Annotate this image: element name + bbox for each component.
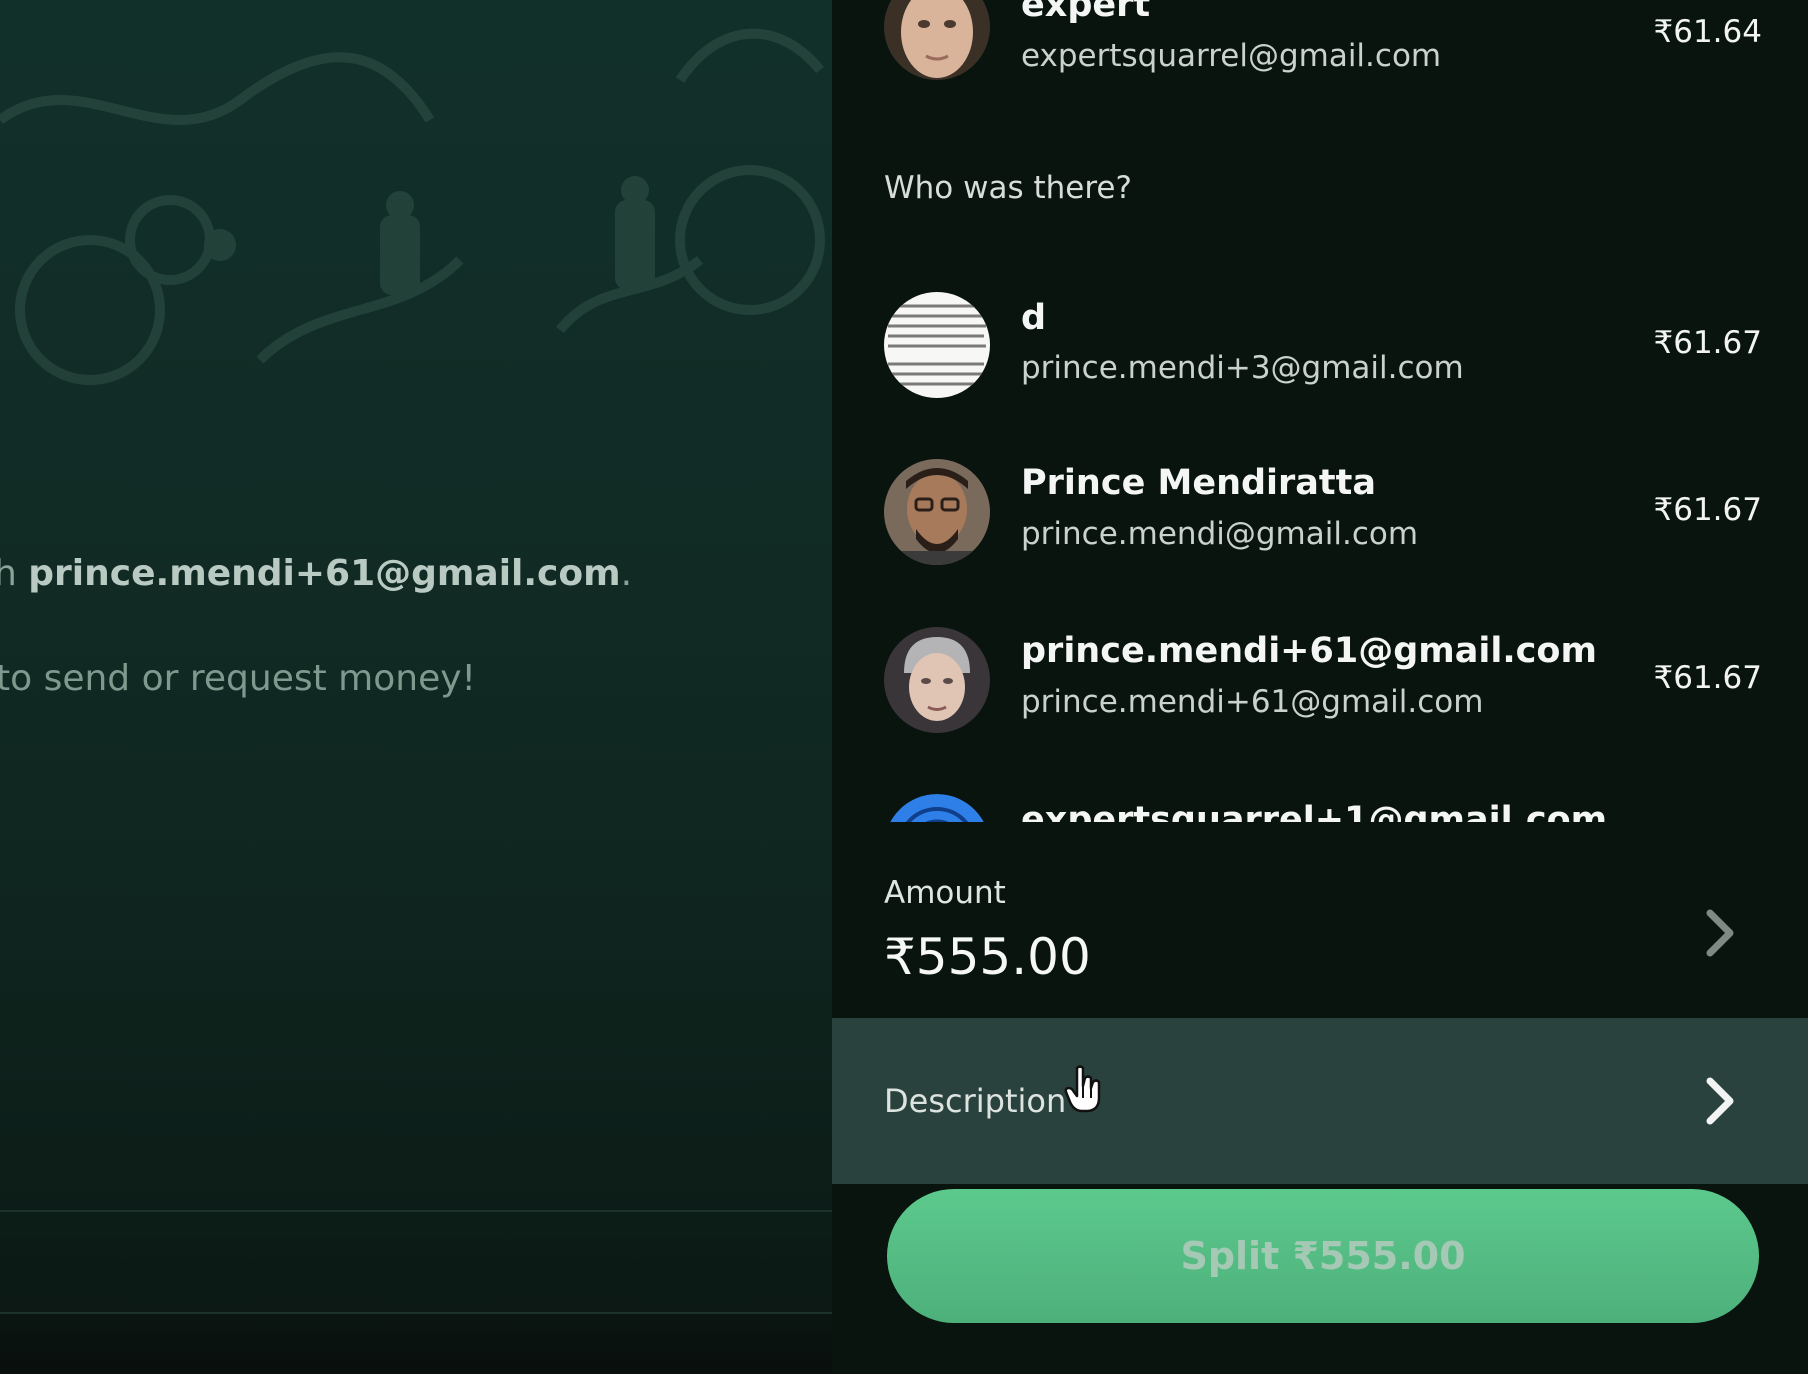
participant-avatar bbox=[884, 627, 990, 733]
participant-email: prince.mendi@gmail.com bbox=[1021, 516, 1419, 552]
send-request-hint: to send or request money! bbox=[0, 658, 476, 699]
man-glasses-photo bbox=[884, 459, 990, 565]
hand-cursor-icon bbox=[1064, 1065, 1101, 1113]
connected-message: h prince.mendi+61@gmail.com. bbox=[0, 553, 633, 594]
description-label: Description bbox=[884, 1082, 1067, 1120]
participant-avatar bbox=[884, 292, 990, 398]
amount-value: ₹555.00 bbox=[884, 928, 1091, 986]
payer-row[interactable]: expert expertsquarrel@gmail.com ₹61.64 bbox=[832, 0, 1808, 110]
payer-avatar bbox=[884, 0, 990, 80]
payer-email: expertsquarrel@gmail.com bbox=[1021, 38, 1442, 74]
participant-name: expertsquarrel+1@gmail.com bbox=[1021, 800, 1608, 822]
payer-name: expert bbox=[1021, 0, 1151, 25]
participant-name: d bbox=[1021, 298, 1047, 338]
participant-row-clipped[interactable]: expertsquarrel+1@gmail.com bbox=[832, 780, 1808, 822]
participant-email: prince.mendi+3@gmail.com bbox=[1021, 350, 1464, 386]
amount-row[interactable]: Amount ₹555.00 bbox=[832, 860, 1808, 1016]
payer-amount: ₹61.64 bbox=[1653, 14, 1762, 50]
amount-label: Amount bbox=[884, 875, 1006, 911]
participant-amount: ₹61.67 bbox=[1653, 660, 1762, 696]
description-row[interactable]: Description bbox=[832, 1018, 1808, 1184]
participant-name: Prince Mendiratta bbox=[1021, 463, 1376, 503]
doodle-pattern bbox=[0, 28, 825, 385]
man-portrait-photo bbox=[884, 0, 990, 80]
participant-amount: ₹61.67 bbox=[1653, 492, 1762, 528]
participant-amount: ₹61.67 bbox=[1653, 325, 1762, 361]
background-pane: h prince.mendi+61@gmail.com. to send or … bbox=[0, 0, 832, 1374]
participant-row[interactable]: d prince.mendi+3@gmail.com ₹61.67 bbox=[832, 280, 1808, 410]
chevron-right-icon bbox=[1706, 909, 1734, 957]
participant-avatar bbox=[884, 459, 990, 565]
text-document-photo bbox=[884, 292, 990, 398]
footer-bar bbox=[0, 1314, 832, 1374]
participant-email: prince.mendi+61@gmail.com bbox=[1021, 684, 1484, 720]
split-panel: expert expertsquarrel@gmail.com ₹61.64 W… bbox=[832, 0, 1808, 1374]
connected-email: prince.mendi+61@gmail.com bbox=[28, 553, 621, 594]
participant-row[interactable]: prince.mendi+61@gmail.com prince.mendi+6… bbox=[832, 615, 1808, 745]
who-was-there-label: Who was there? bbox=[884, 170, 1132, 206]
gray-haired-man-photo bbox=[884, 627, 990, 733]
blue-logo bbox=[890, 794, 984, 822]
participant-row[interactable]: Prince Mendiratta prince.mendi@gmail.com… bbox=[832, 447, 1808, 577]
divider bbox=[0, 1210, 832, 1212]
participant-avatar bbox=[884, 794, 990, 822]
participant-name: prince.mendi+61@gmail.com bbox=[1021, 631, 1597, 671]
chevron-right-icon bbox=[1706, 1077, 1734, 1125]
split-button[interactable]: Split ₹555.00 bbox=[887, 1189, 1759, 1323]
